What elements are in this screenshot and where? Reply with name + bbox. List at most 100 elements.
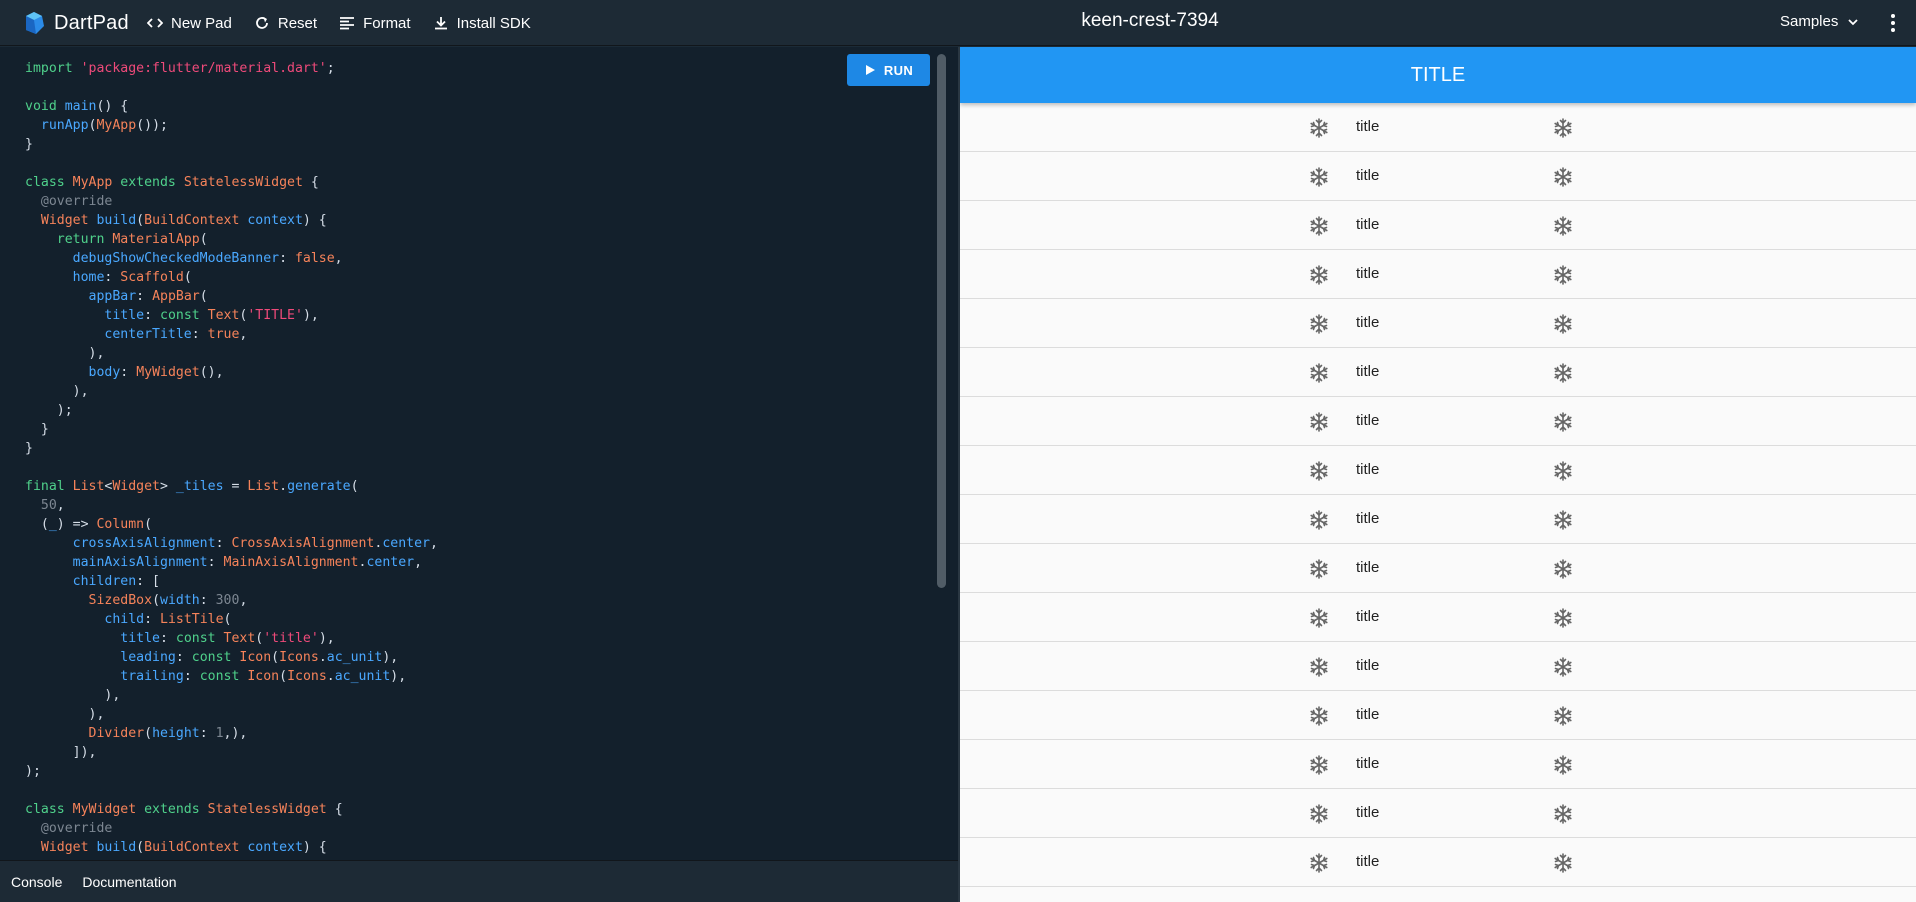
code-line[interactable]: (_) => Column( bbox=[25, 515, 438, 534]
ac-unit-icon bbox=[1308, 264, 1330, 286]
code-line[interactable]: title: const Text('TITLE'), bbox=[25, 306, 438, 325]
code-line[interactable]: ), bbox=[25, 686, 438, 705]
editor-scrollbar-thumb[interactable] bbox=[937, 54, 946, 588]
chevron-down-icon bbox=[1848, 18, 1858, 25]
list-tile[interactable]: title bbox=[960, 201, 1916, 250]
code-token: _tiles bbox=[175, 479, 232, 494]
code-line[interactable]: ); bbox=[25, 762, 438, 781]
preview-list[interactable]: title title title title title title title title… bbox=[960, 103, 1916, 887]
code-token: 'title' bbox=[263, 631, 319, 646]
code-line[interactable]: import 'package:flutter/material.dart'; bbox=[25, 59, 438, 78]
code-token: generate bbox=[287, 479, 351, 494]
code-line[interactable] bbox=[25, 781, 438, 800]
code-line[interactable]: class MyApp extends StatelessWidget { bbox=[25, 173, 438, 192]
code-line[interactable]: Widget build(BuildContext context) { bbox=[25, 838, 438, 857]
list-tile[interactable]: title bbox=[960, 250, 1916, 299]
install-sdk-button[interactable]: Install SDK bbox=[433, 12, 531, 34]
list-tile[interactable]: title bbox=[960, 789, 1916, 838]
code-token: StatelessWidget bbox=[183, 175, 311, 190]
code-line[interactable]: appBar: AppBar( bbox=[25, 287, 438, 306]
code-line[interactable]: void main() { bbox=[25, 97, 438, 116]
list-tile-title: title bbox=[1356, 510, 1380, 527]
code-line[interactable]: runApp(MyApp()); bbox=[25, 116, 438, 135]
code-token: width bbox=[160, 593, 200, 608]
code-line[interactable]: Divider(height: 1,), bbox=[25, 724, 438, 743]
code-content[interactable]: import 'package:flutter/material.dart'; v… bbox=[25, 59, 438, 857]
code-line[interactable]: child: ListTile( bbox=[25, 610, 438, 629]
code-line[interactable]: body: MyWidget(), bbox=[25, 363, 438, 382]
code-line[interactable]: return MaterialApp( bbox=[25, 230, 438, 249]
list-tile[interactable]: title bbox=[960, 691, 1916, 740]
code-token: 'TITLE' bbox=[247, 308, 303, 323]
code-line[interactable]: crossAxisAlignment: CrossAxisAlignment.c… bbox=[25, 534, 438, 553]
code-line[interactable]: leading: const Icon(Icons.ac_unit), bbox=[25, 648, 438, 667]
code-token: 50 bbox=[40, 498, 57, 513]
code-line[interactable]: debugShowCheckedModeBanner: false, bbox=[25, 249, 438, 268]
code-line[interactable]: mainAxisAlignment: MainAxisAlignment.cen… bbox=[25, 553, 438, 572]
list-tile[interactable]: title bbox=[960, 397, 1916, 446]
list-tile[interactable]: title bbox=[960, 495, 1916, 544]
code-line[interactable]: } bbox=[25, 420, 438, 439]
code-line[interactable]: } bbox=[25, 135, 438, 154]
ac-unit-icon bbox=[1552, 558, 1574, 580]
code-token: { bbox=[334, 802, 343, 817]
list-tile[interactable]: title bbox=[960, 348, 1916, 397]
code-line[interactable]: trailing: const Icon(Icons.ac_unit), bbox=[25, 667, 438, 686]
code-line[interactable]: children: [ bbox=[25, 572, 438, 591]
code-editor[interactable]: import 'package:flutter/material.dart'; v… bbox=[0, 47, 958, 860]
list-tile[interactable]: title bbox=[960, 299, 1916, 348]
code-line[interactable]: ]), bbox=[25, 743, 438, 762]
code-line[interactable]: class MyWidget extends StatelessWidget { bbox=[25, 800, 438, 819]
code-line[interactable]: } bbox=[25, 439, 438, 458]
format-align-icon bbox=[340, 17, 355, 30]
code-token: ( bbox=[183, 270, 192, 285]
code-line[interactable] bbox=[25, 458, 438, 477]
code-line[interactable]: centerTitle: true, bbox=[25, 325, 438, 344]
code-token: AppBar bbox=[152, 289, 200, 304]
ac-unit-icon bbox=[1552, 754, 1574, 776]
code-line[interactable]: @override bbox=[25, 192, 438, 211]
code-line[interactable]: ), bbox=[25, 705, 438, 724]
code-token: ) { bbox=[302, 840, 327, 855]
code-line[interactable]: ), bbox=[25, 382, 438, 401]
documentation-tab[interactable]: Documentation bbox=[82, 874, 176, 890]
code-line[interactable]: ), bbox=[25, 344, 438, 363]
list-tile[interactable]: title bbox=[960, 544, 1916, 593]
list-tile[interactable]: title bbox=[960, 152, 1916, 201]
list-tile-title: title bbox=[1356, 167, 1380, 184]
code-token: ListTile bbox=[160, 612, 224, 627]
code-line[interactable]: SizedBox(width: 300, bbox=[25, 591, 438, 610]
brand[interactable]: DartPad bbox=[20, 9, 129, 37]
code-token: ( bbox=[152, 593, 161, 608]
code-token: List bbox=[247, 479, 280, 494]
list-tile[interactable]: title bbox=[960, 593, 1916, 642]
refresh-icon bbox=[256, 17, 268, 29]
more-vert-icon[interactable] bbox=[1883, 12, 1903, 34]
samples-dropdown[interactable]: Samples bbox=[1780, 13, 1860, 30]
code-token: const bbox=[175, 631, 224, 646]
code-token: MyApp bbox=[96, 118, 137, 133]
list-tile[interactable]: title bbox=[960, 642, 1916, 691]
code-line[interactable]: title: const Text('title'), bbox=[25, 629, 438, 648]
run-button[interactable]: RUN bbox=[847, 54, 930, 86]
ac-unit-icon bbox=[1552, 215, 1574, 237]
code-line[interactable]: 50, bbox=[25, 496, 438, 515]
new-pad-button[interactable]: New Pad bbox=[147, 12, 232, 34]
code-line[interactable]: ); bbox=[25, 401, 438, 420]
reset-button[interactable]: Reset bbox=[254, 12, 317, 34]
code-line[interactable]: final List<Widget> _tiles = List.generat… bbox=[25, 477, 438, 496]
code-line[interactable] bbox=[25, 78, 438, 97]
code-line[interactable]: home: Scaffold( bbox=[25, 268, 438, 287]
list-tile[interactable]: title bbox=[960, 740, 1916, 789]
format-button[interactable]: Format bbox=[339, 12, 411, 34]
code-line[interactable] bbox=[25, 154, 438, 173]
code-line[interactable]: @override bbox=[25, 819, 438, 838]
list-tile[interactable]: title bbox=[960, 838, 1916, 887]
list-tile[interactable]: title bbox=[960, 103, 1916, 152]
list-tile[interactable]: title bbox=[960, 446, 1916, 495]
code-line[interactable]: Widget build(BuildContext context) { bbox=[25, 211, 438, 230]
console-tab[interactable]: Console bbox=[11, 874, 62, 890]
code-token: context bbox=[247, 213, 303, 228]
code-token: BuildContext bbox=[144, 840, 248, 855]
